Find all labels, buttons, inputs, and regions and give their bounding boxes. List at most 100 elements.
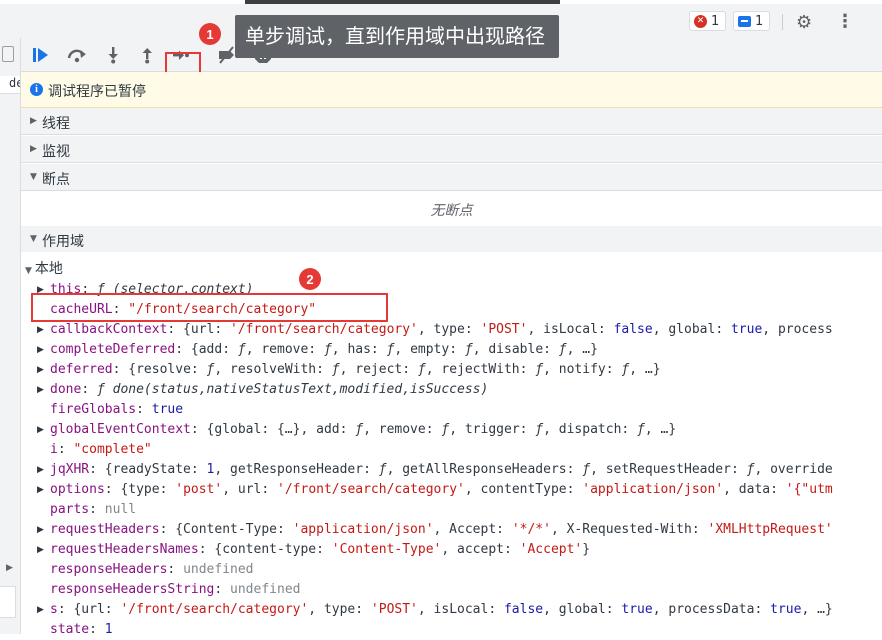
- step-tooltip: 单步调试，直到作用域中出现路径: [235, 15, 559, 58]
- expand-triangle-icon[interactable]: ▶: [37, 460, 44, 480]
- property-name: completeDeferred: [50, 342, 176, 357]
- property-value: '{"utm: [785, 482, 833, 497]
- bottom-scroll-box[interactable]: [0, 586, 16, 618]
- property-value: , contentType:: [464, 482, 583, 497]
- property-text: globalEventContext: {global: {…}, add: ƒ…: [50, 420, 676, 440]
- scope-property-row[interactable]: ▶ s: {url: '/front/search/category', type…: [21, 600, 882, 620]
- property-value: , …}: [629, 362, 661, 377]
- scope-label: 作用域: [42, 234, 84, 250]
- collapse-triangle-icon: ▼: [30, 172, 37, 182]
- message-count-badge[interactable]: 1: [733, 11, 771, 31]
- breakpoints-section-header[interactable]: ▼ 断点: [21, 164, 882, 191]
- property-value: :: [81, 382, 97, 397]
- more-vertical-icon[interactable]: ⋮: [836, 13, 854, 31]
- property-value: ƒ: [331, 362, 340, 377]
- scope-property-row[interactable]: ▶ requestHeadersNames: {content-type: 'Co…: [21, 540, 882, 560]
- scope-property-row[interactable]: ▶ done: ƒ done(status,nativeStatusText,mo…: [21, 380, 882, 400]
- property-value: , processData:: [652, 602, 771, 617]
- expand-triangle-icon[interactable]: ▶: [37, 380, 44, 400]
- debugger-paused-banner: i 调试程序已暂停: [21, 72, 882, 108]
- scope-property-row: responseHeaders: undefined: [21, 560, 882, 580]
- property-value: , rejectWith:: [425, 362, 536, 377]
- scope-property-row[interactable]: ▶ options: {type: 'post', url: '/front/se…: [21, 480, 882, 500]
- property-value: ƒ: [535, 362, 544, 377]
- property-text: done: ƒ done(status,nativeStatusText,mod…: [50, 380, 488, 400]
- property-text: s: {url: '/front/search/category', type:…: [50, 600, 833, 620]
- resume-icon[interactable]: [28, 42, 54, 68]
- property-value: , type:: [417, 322, 481, 337]
- expand-triangle-icon[interactable]: ▶: [37, 600, 44, 620]
- property-value: , remove:: [245, 342, 324, 357]
- property-value: ƒ done(status,nativeStatusText,modified,…: [96, 382, 489, 397]
- threads-label: 线程: [42, 116, 70, 132]
- scope-property-row[interactable]: ▶ completeDeferred: {add: ƒ, remove: ƒ, h…: [21, 340, 882, 360]
- property-text: responseHeadersString: undefined: [50, 580, 300, 600]
- gear-icon[interactable]: ⚙: [796, 14, 812, 32]
- property-value: , getResponseHeader:: [214, 462, 379, 477]
- property-value: : {Content-Type:: [159, 522, 293, 537]
- scope-section-header[interactable]: ▼ 作用域: [21, 226, 882, 253]
- property-value: :: [136, 402, 152, 417]
- property-name: requestHeaders: [50, 522, 160, 537]
- step-out-icon[interactable]: [134, 42, 160, 68]
- property-value: : {global: {…}, add:: [190, 422, 356, 437]
- expand-triangle-icon[interactable]: ▶: [37, 320, 44, 340]
- property-value: : {readyState:: [89, 462, 207, 477]
- property-value: true: [730, 322, 763, 337]
- watch-section-header[interactable]: ▶ 监视: [21, 136, 882, 163]
- scope-property-row[interactable]: ▶ jqXHR: {readyState: 1, getResponseHeade…: [21, 460, 882, 480]
- expand-triangle-icon[interactable]: ▶: [37, 540, 44, 560]
- property-name: deferred: [50, 362, 113, 377]
- no-breakpoints-message: 无断点: [21, 191, 882, 228]
- property-value: , trigger:: [449, 422, 536, 437]
- property-value: , …}: [566, 342, 598, 357]
- file-tab[interactable]: de: [0, 76, 20, 94]
- property-value: :: [214, 582, 231, 597]
- property-value: , has:: [331, 342, 387, 357]
- expand-triangle-icon: ▶: [30, 116, 37, 126]
- property-name: s: [50, 602, 58, 617]
- property-name: fireGlobals: [50, 402, 137, 417]
- expand-triangle-icon[interactable]: ▶: [37, 340, 44, 360]
- expand-triangle-icon[interactable]: ▶: [37, 520, 44, 540]
- property-value: ƒ: [637, 422, 645, 437]
- property-text: requestHeaders: {Content-Type: 'applicat…: [50, 520, 833, 540]
- threads-section-header[interactable]: ▶ 线程: [21, 108, 882, 135]
- property-value: , notify:: [543, 362, 622, 377]
- local-scope-header[interactable]: ▼ 本地: [25, 258, 63, 278]
- property-value: :: [89, 502, 105, 517]
- property-value: }: [582, 542, 591, 557]
- property-value: ƒ: [355, 422, 364, 437]
- property-text: jqXHR: {readyState: 1, getResponseHeader…: [50, 460, 833, 480]
- property-text: fireGlobals: true: [50, 400, 183, 420]
- property-name: done: [50, 382, 82, 397]
- property-text: parts: null: [50, 500, 136, 520]
- expand-arrow-icon[interactable]: ▶: [6, 563, 13, 573]
- property-value: ƒ: [417, 362, 426, 377]
- property-value: undefined: [183, 562, 254, 577]
- scope-property-row[interactable]: ▶ globalEventContext: {global: {…}, add: …: [21, 420, 882, 440]
- property-value: 'Accept': [519, 542, 583, 557]
- property-value: ƒ: [323, 342, 332, 357]
- watch-label: 监视: [42, 144, 70, 160]
- step-over-icon[interactable]: [64, 42, 90, 68]
- property-value: '/front/search/category': [120, 602, 309, 617]
- scope-property-row: i: "complete": [21, 440, 882, 460]
- property-value: true: [621, 602, 653, 617]
- expand-triangle-icon: ▶: [30, 144, 37, 154]
- error-count-badge[interactable]: ✕ 1: [689, 11, 727, 31]
- property-value: , resolveWith:: [214, 362, 332, 377]
- property-value: , Accept:: [433, 522, 512, 537]
- expand-triangle-icon[interactable]: ▶: [37, 480, 44, 500]
- navigator-toggle-icon[interactable]: [2, 46, 14, 62]
- step-into-icon[interactable]: [100, 42, 126, 68]
- property-value: :: [57, 442, 74, 457]
- scope-property-row[interactable]: ▶ callbackContext: {url: '/front/search/c…: [21, 320, 882, 340]
- expand-triangle-icon[interactable]: ▶: [37, 420, 44, 440]
- property-value: ƒ: [535, 422, 544, 437]
- scope-property-row[interactable]: ▶ deferred: {resolve: ƒ, resolveWith: ƒ, …: [21, 360, 882, 380]
- expand-triangle-icon[interactable]: ▶: [37, 360, 44, 380]
- scope-property-row[interactable]: ▶ requestHeaders: {Content-Type: 'applica…: [21, 520, 882, 540]
- property-value: ƒ: [582, 462, 591, 477]
- property-value: , empty:: [394, 342, 465, 357]
